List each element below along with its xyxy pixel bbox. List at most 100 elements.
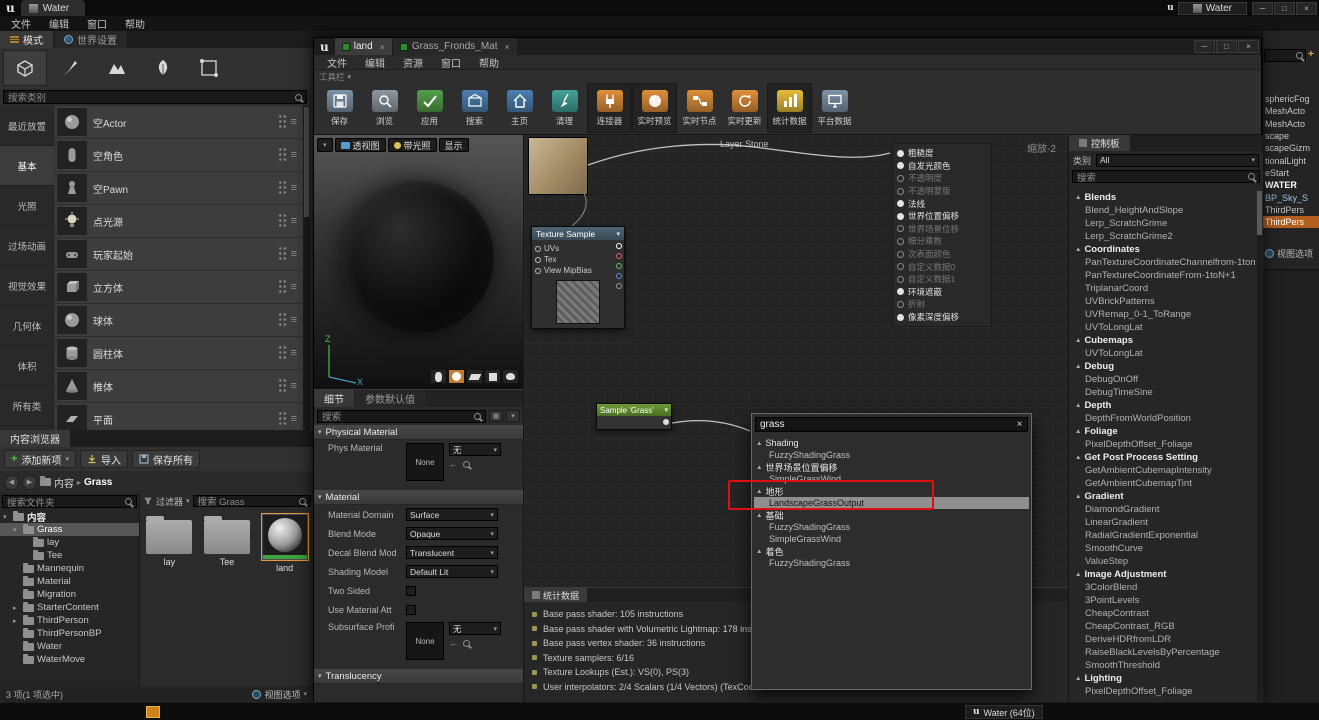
sphere-shape-button[interactable]	[448, 369, 465, 384]
folder-tree-item[interactable]: ThirdPersonBP	[0, 627, 139, 640]
node-search-input[interactable]	[756, 419, 1012, 430]
material-input-pin[interactable]: 世界位置偏移	[893, 210, 991, 223]
menu-item[interactable]: 窗口	[78, 16, 116, 31]
palette-category[interactable]: ▲Debug	[1069, 360, 1256, 373]
asset-select[interactable]: 无▾	[449, 622, 501, 635]
toolbar-refresh-button[interactable]: 实时更新	[722, 83, 767, 133]
breadcrumb-current[interactable]: Grass	[84, 477, 112, 488]
comment-label[interactable]: Layer Stone	[720, 139, 769, 149]
result-item[interactable]: SimpleGrassWind	[754, 533, 1029, 545]
menu-item[interactable]: 文件	[318, 55, 356, 70]
sample-grass-node[interactable]: Sample 'Grass' ▾	[596, 403, 672, 430]
tab-details[interactable]: 细节	[314, 390, 354, 407]
mode-category[interactable]: 光照	[0, 186, 54, 226]
folder-search-input[interactable]: 搜索文件夹	[2, 495, 137, 508]
grid-view-icon[interactable]: ▦	[489, 410, 503, 422]
minimize-button[interactable]: ─	[1194, 40, 1215, 53]
category-select[interactable]: All ▾	[1096, 154, 1259, 167]
outliner-row[interactable]: tionalLight	[1263, 154, 1319, 166]
palette-category[interactable]: ▲Lighting	[1069, 672, 1256, 685]
outliner-row[interactable]: MeshActo	[1263, 118, 1319, 130]
material-input-pin[interactable]: 自定义数据0	[893, 260, 991, 273]
palette-category[interactable]: ▲Get Post Process Setting	[1069, 451, 1256, 464]
material-input-pin[interactable]: 环境遮蔽	[893, 286, 991, 299]
palette-search-input[interactable]: 搜索	[1072, 170, 1260, 183]
tab-world-settings[interactable]: 世界设置	[54, 31, 127, 48]
mode-category[interactable]: 过场动画	[0, 226, 54, 266]
tab-palette[interactable]: 控制板	[1069, 135, 1130, 151]
palette-category[interactable]: ▲Coordinates	[1069, 243, 1256, 256]
texture-sample-node[interactable]: Texture Sample ▾ UVsTexView MipBias	[531, 226, 625, 329]
node-input-pin[interactable]: UVs	[532, 243, 624, 254]
palette-item[interactable]: TriplanarCoord	[1069, 282, 1256, 295]
folder-tree-item[interactable]: ▸StarterContent	[0, 601, 139, 614]
palette-item[interactable]: DepthFromWorldPosition	[1069, 412, 1256, 425]
scrollbar[interactable]	[303, 106, 310, 430]
palette-item[interactable]: DebugOnOff	[1069, 373, 1256, 386]
folder-tree-item[interactable]: ▾Grass	[0, 523, 139, 536]
drag-handle-icon[interactable]	[278, 147, 287, 163]
drag-handle-icon[interactable]	[278, 345, 287, 361]
material-input-pin[interactable]: 自发光颜色	[893, 160, 991, 173]
toolbar-node-button[interactable]: 实时节点	[677, 83, 722, 133]
viewport-options-dropdown[interactable]: ▾	[317, 138, 333, 152]
toolbar-check-button[interactable]: 应用	[407, 83, 452, 133]
use-selected-icon[interactable]: ←	[449, 638, 458, 648]
palette-category[interactable]: ▲Foliage	[1069, 425, 1256, 438]
palette-category[interactable]: ▲Gradient	[1069, 490, 1256, 503]
rgb-pin[interactable]	[616, 243, 622, 249]
expand-arrow-icon[interactable]: ▸	[13, 617, 20, 625]
project-tab[interactable]: Water	[21, 0, 85, 16]
add-new-button[interactable]: + 添加新项 ▾	[4, 450, 76, 468]
material-input-pin[interactable]: 世界场景位移	[893, 223, 991, 236]
palette-item[interactable]: RadialGradientExponential	[1069, 529, 1256, 542]
outliner-row[interactable]: ThirdPers	[1263, 204, 1319, 216]
output-pin[interactable]	[663, 419, 669, 425]
placeable-actor-item[interactable]: 空Actor≡	[55, 106, 303, 138]
save-all-button[interactable]: 保存所有	[132, 450, 200, 468]
checkbox[interactable]	[406, 586, 416, 596]
toolbar-save-button[interactable]: 保存	[317, 83, 362, 133]
drag-handle-icon[interactable]	[278, 246, 287, 262]
close-tab-icon[interactable]: ×	[505, 42, 510, 52]
outliner-row[interactable]: eStart	[1263, 167, 1319, 179]
g-pin[interactable]	[616, 263, 622, 269]
maximize-button[interactable]: □	[1216, 40, 1237, 53]
outliner-row[interactable]: scape	[1263, 130, 1319, 142]
close-button[interactable]: ×	[1296, 2, 1317, 15]
preview-viewport[interactable]: ▾ 透视图 带光照 显示 Z X	[314, 135, 524, 389]
node-input-pin[interactable]: View MipBias	[532, 265, 624, 276]
paint-tool-button[interactable]	[49, 50, 93, 86]
close-icon[interactable]: ×	[1012, 419, 1027, 430]
placeable-actor-item[interactable]: 平面≡	[55, 403, 303, 430]
texture-node-thumbnail[interactable]	[528, 137, 588, 195]
perspective-button[interactable]: 透视图	[335, 138, 386, 152]
browse-icon[interactable]	[463, 461, 470, 468]
palette-item[interactable]: GetAmbientCubemapTint	[1069, 477, 1256, 490]
asset-thumbnail[interactable]: None	[406, 443, 444, 481]
drag-handle-icon[interactable]	[278, 378, 287, 394]
expand-arrow-icon[interactable]: ▾	[13, 526, 20, 534]
menu-item[interactable]: 帮助	[470, 55, 508, 70]
drag-handle-icon[interactable]	[278, 213, 287, 229]
palette-item[interactable]: RaiseBlackLevelsByPercentage	[1069, 646, 1256, 659]
placeable-actor-item[interactable]: 玩家起始≡	[55, 238, 303, 270]
palette-item[interactable]: ValueStep	[1069, 555, 1256, 568]
menu-item[interactable]: 文件	[2, 16, 40, 31]
property-select[interactable]: Surface▾	[406, 508, 498, 521]
placeable-actor-item[interactable]: 立方体≡	[55, 271, 303, 303]
mode-category[interactable]: 几何体	[0, 306, 54, 346]
landscape-tool-button[interactable]	[95, 50, 139, 86]
minimize-button[interactable]: ─	[1252, 2, 1273, 15]
placeable-actor-item[interactable]: 球体≡	[55, 304, 303, 336]
mode-category[interactable]: 所有类	[0, 386, 54, 426]
palette-item[interactable]: UVRemap_0-1_ToRange	[1069, 308, 1256, 321]
placeable-actor-item[interactable]: 空角色≡	[55, 139, 303, 171]
property-select[interactable]: Default Lit▾	[406, 565, 498, 578]
palette-item[interactable]: SmoothCurve	[1069, 542, 1256, 555]
outliner-row[interactable]: scapeGizm	[1263, 142, 1319, 154]
menu-item[interactable]: 窗口	[432, 55, 470, 70]
tab-parameter-defaults[interactable]: 参数默认值	[355, 390, 425, 407]
expand-arrow-icon[interactable]: ▸	[13, 604, 20, 612]
menu-item[interactable]: 帮助	[116, 16, 154, 31]
